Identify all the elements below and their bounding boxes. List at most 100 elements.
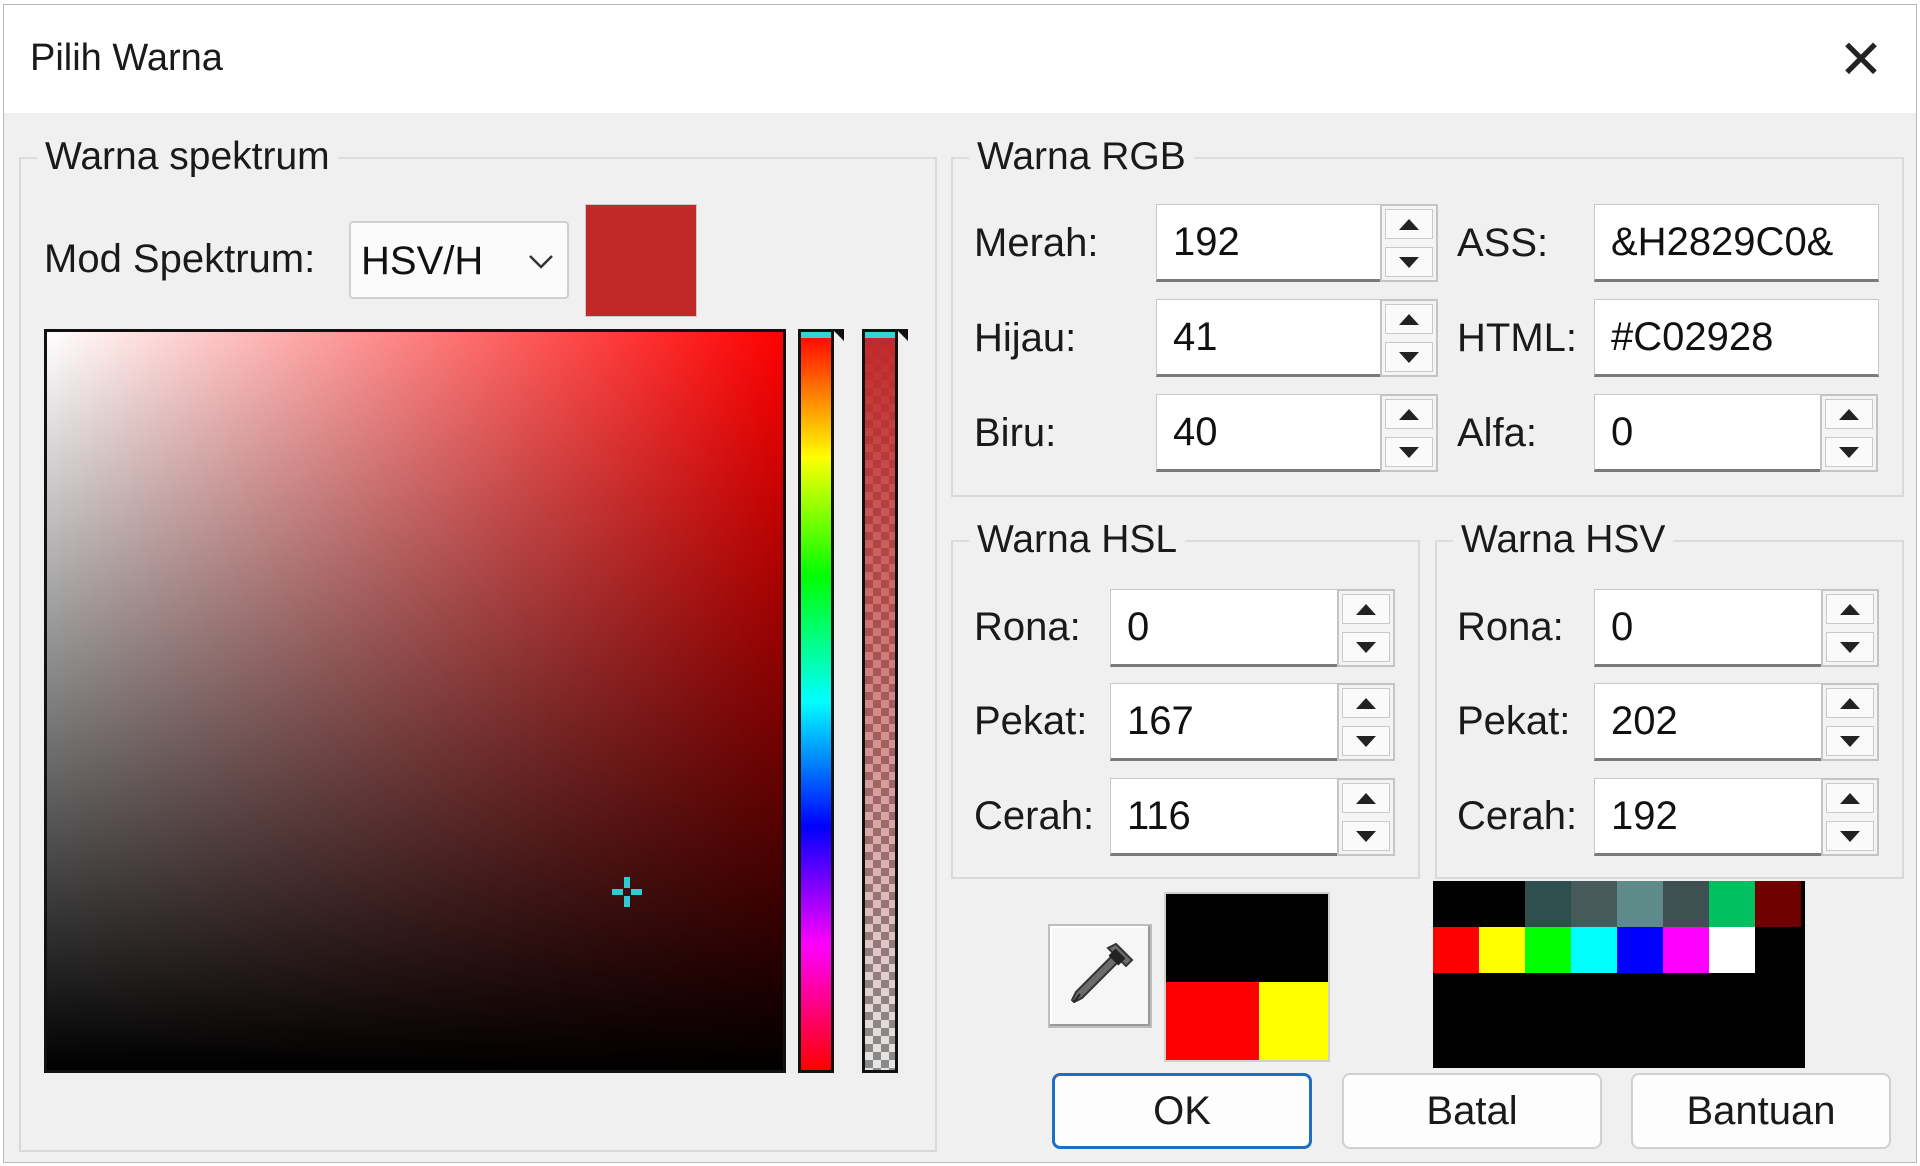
current-color-swatch (585, 204, 697, 317)
alpha-label: Alfa: (1457, 411, 1538, 455)
alpha-decrement-button[interactable] (1825, 437, 1873, 467)
hsl-light-decrement-button[interactable] (1342, 821, 1390, 851)
hsv-hue-decrement-button[interactable] (1826, 632, 1874, 662)
alpha-input[interactable]: 0 (1594, 394, 1822, 472)
green-label: Hijau: (974, 316, 1077, 360)
recent-colors (1164, 892, 1330, 1062)
alpha-increment-button[interactable] (1825, 399, 1873, 429)
hsv-sat-decrement-button[interactable] (1826, 726, 1874, 756)
hsl-hue-input[interactable]: 0 (1110, 589, 1339, 667)
red-increment-button[interactable] (1385, 209, 1433, 239)
hsv-val-input[interactable]: 192 (1594, 778, 1823, 856)
hsl-sat-increment-button[interactable] (1342, 688, 1390, 718)
hsl-sat-decrement-button[interactable] (1342, 726, 1390, 756)
html-input[interactable]: #C02928 (1594, 299, 1879, 377)
palette-swatch[interactable] (1433, 881, 1479, 927)
palette-swatch[interactable] (1663, 881, 1709, 927)
hue-marker-icon (832, 329, 844, 341)
hue-slider[interactable] (798, 329, 834, 1073)
blue-spinner[interactable] (1380, 394, 1438, 472)
green-decrement-button[interactable] (1385, 342, 1433, 372)
hsv-sat-increment-button[interactable] (1826, 688, 1874, 718)
spectrum-mode-label: Mod Spektrum: (44, 237, 316, 281)
hsv-val-increment-button[interactable] (1826, 783, 1874, 813)
hsl-light-label: Cerah: (974, 794, 1095, 838)
alpha-marker-icon (896, 329, 908, 341)
hsv-hue-input[interactable]: 0 (1594, 589, 1823, 667)
title-bar: Pilih Warna ✕ (4, 5, 1916, 113)
palette-swatch[interactable] (1709, 927, 1755, 973)
hsl-sat-spinner[interactable] (1337, 683, 1395, 761)
rgb-group-label: Warna RGB (969, 135, 1194, 179)
alpha-slider-handle[interactable] (865, 332, 895, 338)
hsl-hue-increment-button[interactable] (1342, 594, 1390, 624)
red-decrement-button[interactable] (1385, 247, 1433, 277)
palette-swatch[interactable] (1755, 927, 1801, 973)
saturation-value-square[interactable] (44, 329, 786, 1073)
blue-increment-button[interactable] (1385, 399, 1433, 429)
palette-swatch[interactable] (1525, 881, 1571, 927)
palette-swatch[interactable] (1571, 881, 1617, 927)
palette-swatch[interactable] (1709, 881, 1755, 927)
green-increment-button[interactable] (1385, 304, 1433, 334)
color-cursor-icon (612, 877, 642, 907)
hsv-group-label: Warna HSV (1453, 518, 1674, 562)
hsv-hue-label: Rona: (1457, 605, 1564, 649)
hsl-hue-decrement-button[interactable] (1342, 632, 1390, 662)
palette-swatch[interactable] (1571, 927, 1617, 973)
hsv-sat-input[interactable]: 202 (1594, 683, 1823, 761)
spectrum-mode-select[interactable]: HSV/H (349, 221, 569, 299)
hsl-hue-spinner[interactable] (1337, 589, 1395, 667)
recent-color-bottom-left[interactable] (1166, 982, 1259, 1060)
palette-swatch[interactable] (1663, 927, 1709, 973)
hsl-light-increment-button[interactable] (1342, 783, 1390, 813)
hsv-hue-increment-button[interactable] (1826, 594, 1874, 624)
ok-button[interactable]: OK (1052, 1073, 1312, 1149)
eyedropper-button[interactable] (1048, 924, 1152, 1028)
help-button[interactable]: Bantuan (1631, 1073, 1891, 1149)
html-label: HTML: (1457, 316, 1577, 360)
red-spinner[interactable] (1380, 204, 1438, 282)
hsv-val-decrement-button[interactable] (1826, 821, 1874, 851)
color-picker-dialog: Pilih Warna ✕ Warna spektrum Mod Spektru… (3, 4, 1917, 1163)
alpha-slider[interactable] (862, 329, 898, 1073)
hsv-val-label: Cerah: (1457, 794, 1578, 838)
green-input[interactable]: 41 (1156, 299, 1382, 377)
recent-color-bottom-right[interactable] (1259, 982, 1328, 1060)
close-icon[interactable]: ✕ (1806, 5, 1916, 113)
cancel-button[interactable]: Batal (1342, 1073, 1602, 1149)
palette-swatch[interactable] (1479, 881, 1525, 927)
color-palette (1433, 881, 1805, 1068)
hsl-sat-label: Pekat: (974, 699, 1088, 743)
recent-color-top[interactable] (1166, 894, 1328, 982)
palette-swatch[interactable] (1479, 927, 1525, 973)
hsv-val-spinner[interactable] (1821, 778, 1879, 856)
green-spinner[interactable] (1380, 299, 1438, 377)
red-label: Merah: (974, 221, 1099, 265)
palette-swatch[interactable] (1617, 881, 1663, 927)
blue-label: Biru: (974, 411, 1057, 455)
hsl-group-label: Warna HSL (969, 518, 1186, 562)
spectrum-mode-value: HSV/H (361, 239, 484, 283)
palette-swatch[interactable] (1525, 927, 1571, 973)
red-input[interactable]: 192 (1156, 204, 1382, 282)
hue-slider-handle[interactable] (801, 332, 831, 338)
hsv-sat-spinner[interactable] (1821, 683, 1879, 761)
hsl-hue-label: Rona: (974, 605, 1081, 649)
blue-decrement-button[interactable] (1385, 437, 1433, 467)
spectrum-group-label: Warna spektrum (37, 135, 338, 179)
ass-input[interactable]: &H2829C0& (1594, 204, 1879, 282)
hsv-sat-label: Pekat: (1457, 699, 1571, 743)
chevron-down-icon (529, 255, 553, 269)
blue-input[interactable]: 40 (1156, 394, 1382, 472)
hsv-hue-spinner[interactable] (1821, 589, 1879, 667)
ass-label: ASS: (1457, 221, 1549, 265)
hsl-light-input[interactable]: 116 (1110, 778, 1339, 856)
hsl-light-spinner[interactable] (1337, 778, 1395, 856)
dialog-title: Pilih Warna (30, 37, 223, 79)
palette-swatch[interactable] (1755, 881, 1801, 927)
hsl-sat-input[interactable]: 167 (1110, 683, 1339, 761)
palette-swatch[interactable] (1433, 927, 1479, 973)
palette-swatch[interactable] (1617, 927, 1663, 973)
alpha-spinner[interactable] (1820, 394, 1878, 472)
